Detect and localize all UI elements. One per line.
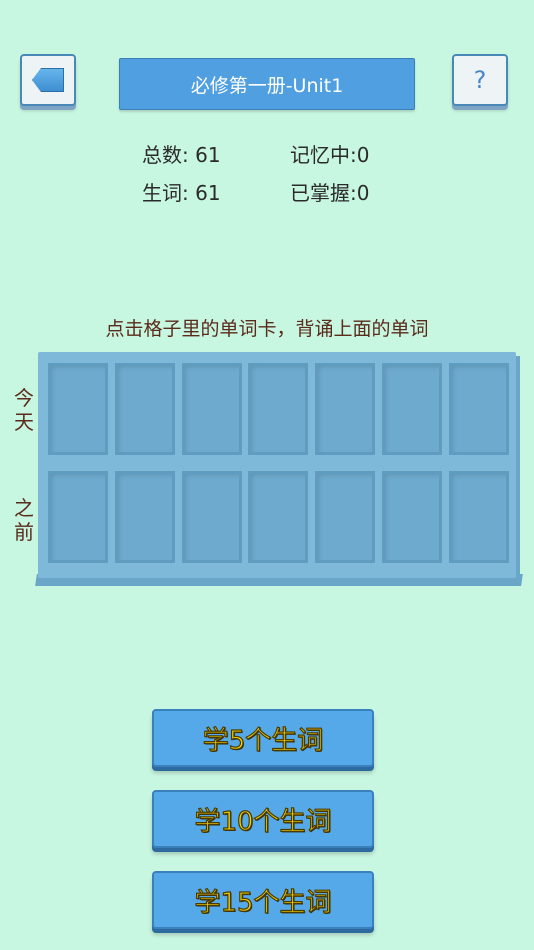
grid-slot[interactable] [48,471,108,563]
grid-slot[interactable] [181,471,242,563]
back-arrow-icon [32,68,64,92]
learn-10-words-button[interactable]: 学10个生词 [152,790,374,848]
learn-5-words-button[interactable]: 学5个生词 [152,709,374,767]
word-card-grid [38,352,516,578]
back-button[interactable] [20,54,76,106]
learn-15-words-button[interactable]: 学15个生词 [152,871,374,929]
page-title: 必修第一册-Unit1 [119,58,415,110]
grid-slot[interactable] [181,363,242,455]
mastered-count: 已掌握:0 [290,181,370,205]
grid-slot[interactable] [248,471,309,563]
grid-slot[interactable] [315,471,376,563]
row-label-before-text: 之前 [14,496,34,544]
grid-slot[interactable] [448,363,509,455]
help-button[interactable]: ? [452,54,508,106]
row-label-today: 今天 [10,386,38,434]
grid-slot[interactable] [114,471,175,563]
new-words-count: 生词: 61 [142,181,221,205]
instruction-text: 点击格子里的单词卡，背诵上面的单词 [105,318,429,340]
row-label-today-text: 今天 [14,386,34,434]
grid-slot[interactable] [382,363,442,455]
grid-slot[interactable] [48,363,108,455]
grid-slot[interactable] [382,471,442,563]
total-count: 总数: 61 [142,143,221,167]
help-icon: ? [473,66,487,94]
memorizing-count: 记忆中:0 [290,143,370,167]
grid-slot[interactable] [448,471,509,563]
row-label-before: 之前 [10,496,38,544]
grid-slot[interactable] [315,363,376,455]
grid-slot[interactable] [248,363,309,455]
grid-slot[interactable] [114,363,175,455]
